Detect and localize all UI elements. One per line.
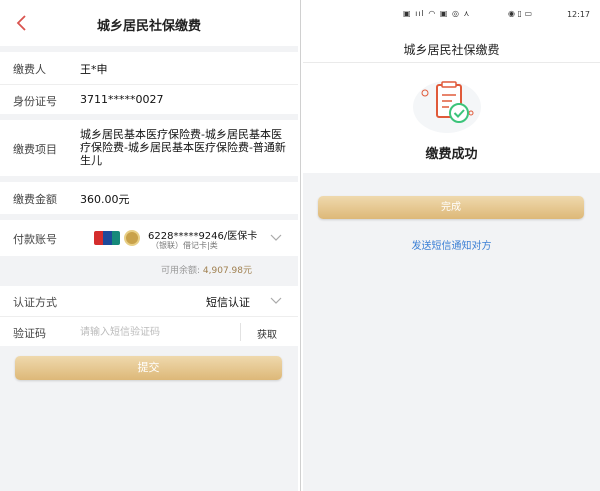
- auth-method-row[interactable]: 认证方式 短信认证: [0, 286, 298, 316]
- success-area: 缴费成功: [303, 63, 600, 173]
- balance-value: 4,907.98元: [202, 266, 252, 276]
- balance-row: 可用余额: 4,907.98元: [0, 256, 298, 282]
- payment-item-value: 城乡居民基本医疗保险费-城乡居民基本医疗保险费-城乡居民基本医疗保险费-普通新生…: [80, 128, 286, 167]
- payer-label: 缴费人: [13, 63, 46, 76]
- divider: [240, 323, 241, 341]
- nav-bar: 城乡居民社保缴费: [0, 0, 298, 46]
- payment-success-document-icon: [413, 81, 481, 133]
- card-type: （银联）借记卡|类: [151, 241, 218, 250]
- status-time: 12:17: [566, 10, 590, 19]
- verification-code-input[interactable]: [80, 323, 230, 341]
- amount-row: 缴费金额 360.00元: [0, 182, 298, 214]
- payment-item-row: 缴费项目 城乡居民基本医疗保险费-城乡居民基本医疗保险费-城乡居民基本医疗保险费…: [0, 120, 298, 176]
- payer-value: 王*申: [80, 63, 108, 76]
- submit-button[interactable]: 提交: [15, 356, 282, 380]
- verification-code-label: 验证码: [13, 327, 46, 340]
- amount-value: 360.00元: [80, 193, 130, 206]
- id-number-value: 3711*****0027: [80, 93, 164, 106]
- status-bar: ▣ ııl ◠ ▣ ◎ ⋏ ◉ ▯ ▭ 12:17: [303, 0, 600, 30]
- signal-wifi-icon: ▣ ııl ◠ ▣ ◎ ⋏: [403, 9, 471, 18]
- payment-item-label: 缴费项目: [13, 143, 57, 156]
- payment-result-screen: ▣ ııl ◠ ▣ ◎ ⋏ ◉ ▯ ▭ 12:17 城乡居民社保缴费 缴费成功 …: [303, 0, 600, 491]
- payment-form-screen: 城乡居民社保缴费 缴费人 王*申 身份证号 3711*****0027 缴费项目…: [0, 0, 298, 491]
- success-message: 缴费成功: [425, 147, 478, 162]
- get-code-button[interactable]: 获取: [257, 326, 277, 341]
- balance-label: 可用余额:: [160, 266, 201, 276]
- page-title: 城乡居民社保缴费: [96, 19, 201, 34]
- id-number-label: 身份证号: [13, 95, 57, 108]
- medical-insurance-seal-icon: [124, 230, 140, 246]
- battery-icon: ◉ ▯ ▭: [508, 9, 533, 18]
- verification-code-row: 验证码 获取: [0, 316, 298, 346]
- nav-bar: 城乡居民社保缴费: [303, 30, 600, 62]
- unionpay-logo-icon: [94, 231, 120, 245]
- id-number-row: 身份证号 3711*****0027: [0, 84, 298, 114]
- payer-row: 缴费人 王*申: [0, 52, 298, 84]
- send-sms-notify-link[interactable]: 发送短信通知对方: [303, 237, 600, 252]
- chevron-down-icon[interactable]: [270, 297, 282, 305]
- chevron-down-icon[interactable]: [270, 234, 282, 242]
- available-balance: 可用余额: 4,907.98元: [161, 263, 252, 276]
- payment-account-row[interactable]: 付款账号 6228*****9246/医保卡 （银联）借记卡|类: [0, 220, 298, 256]
- page-title: 城乡居民社保缴费: [403, 43, 500, 57]
- auth-method-value: 短信认证: [206, 296, 250, 309]
- auth-method-label: 认证方式: [13, 296, 57, 309]
- payment-account-label: 付款账号: [13, 233, 57, 246]
- done-button[interactable]: 完成: [318, 196, 584, 219]
- amount-label: 缴费金额: [13, 193, 57, 206]
